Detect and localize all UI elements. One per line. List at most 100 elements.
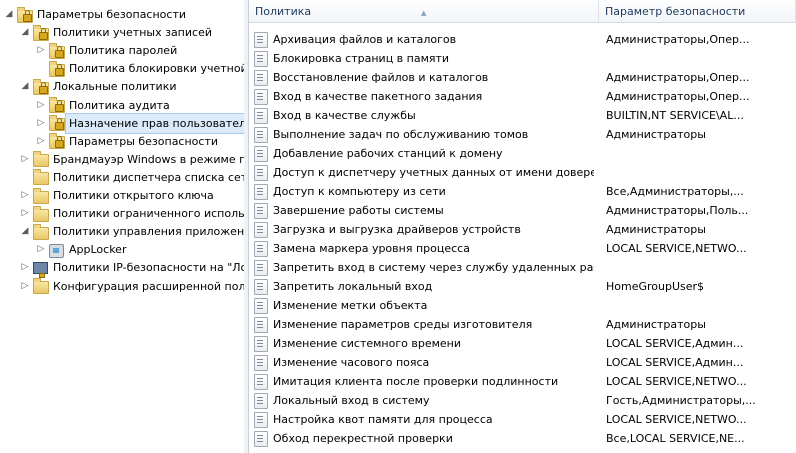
tree-item-software-restriction[interactable]: ▷ Политики ограниченного использо — [20, 204, 245, 223]
applocker-icon — [48, 242, 64, 258]
expand-arrow-icon[interactable]: ▷ — [36, 114, 46, 133]
ip-security-icon — [32, 260, 48, 278]
folder-lock-icon — [48, 42, 65, 59]
folder-lock-icon — [32, 24, 49, 41]
policy-row[interactable]: Завершение работы системы Администраторы,… — [249, 201, 796, 220]
policy-setting-icon — [254, 316, 268, 333]
policy-list-pane[interactable]: Политика ▲ Параметр безопасности Архивац… — [249, 0, 796, 453]
policy-row[interactable]: Изменение параметров среды изготовителя А… — [249, 315, 796, 334]
tree-item-advanced-audit[interactable]: ▷ Конфигурация расширенной полит — [20, 277, 244, 296]
tree-item-label: Политики ограниченного использо — [53, 207, 245, 221]
policy-cell: Настройка квот памяти для процесса — [254, 410, 594, 429]
policy-cell: Обход перекрестной проверки — [254, 429, 594, 448]
folder-icon — [32, 151, 49, 168]
policy-row[interactable]: Замена маркера уровня процесса LOCAL SERV… — [249, 239, 796, 258]
expand-arrow-icon[interactable]: ▷ — [36, 41, 46, 60]
policy-name: Замена маркера уровня процесса — [273, 242, 470, 255]
tree-item-local-policies[interactable]: ◢ Локальные политики — [20, 77, 177, 96]
tree-item-firewall[interactable]: ▷ Брандмауэр Windows в режиме пов — [20, 150, 244, 169]
policy-row[interactable]: Обход перекрестной проверки Все,LOCAL SER… — [249, 429, 796, 448]
tree-item-password-policy[interactable]: ▷ Политика паролей — [36, 41, 177, 60]
expand-arrow-icon[interactable]: ▷ — [20, 204, 30, 223]
tree-item-lockout-policy[interactable]: Политика блокировки учетной з — [36, 59, 244, 78]
security-setting-value: Администраторы,Поль... — [606, 204, 749, 217]
collapse-arrow-icon[interactable]: ◢ — [4, 5, 14, 24]
tree-item-label: Политики открытого ключа — [53, 189, 214, 202]
tree-item-network-list[interactable]: Политики диспетчера списка сетей — [20, 168, 245, 187]
policy-row[interactable]: Вход в качестве службы BUILTIN,NT SERVICE… — [249, 106, 796, 125]
tree-item-app-control[interactable]: ◢ Политики управления приложения — [20, 222, 245, 241]
policy-setting-icon — [254, 392, 268, 409]
expand-arrow-icon[interactable]: ▷ — [36, 240, 46, 259]
security-setting-value: Администраторы,Опер... — [606, 33, 750, 46]
column-header-policy-label: Политика — [255, 5, 312, 18]
policy-name: Вход в качестве пакетного задания — [273, 90, 483, 103]
policy-name: Обход перекрестной проверки — [273, 432, 453, 445]
tree-item-label: Политики учетных записей — [53, 26, 212, 40]
collapse-arrow-icon[interactable]: ◢ — [20, 77, 30, 96]
policy-setting-icon — [254, 430, 268, 447]
policy-row[interactable]: Локальный вход в систему Гость,Администра… — [249, 391, 796, 410]
expand-arrow-icon[interactable]: ▷ — [36, 96, 46, 115]
policy-row[interactable]: Имитация клиента после проверки подлинно… — [249, 372, 796, 391]
collapse-arrow-icon[interactable]: ◢ — [20, 23, 30, 42]
policy-cell: Архивация файлов и каталогов — [254, 30, 594, 49]
tree-item-user-rights[interactable]: ▷ Назначение прав пользователя — [36, 112, 244, 134]
tree-item-security-options[interactable]: ▷ Параметры безопасности — [36, 132, 218, 151]
policy-setting-icon — [254, 202, 268, 219]
policy-row[interactable]: Вход в качестве пакетного задания Админис… — [249, 87, 796, 106]
column-header-policy[interactable]: Политика ▲ — [249, 0, 599, 22]
policy-row[interactable]: Доступ к компьютеру из сети Все,Администр… — [249, 182, 796, 201]
policy-cell: Выполнение задач по обслуживанию томов — [254, 125, 594, 144]
tree-item-public-key[interactable]: ▷ Политики открытого ключа — [20, 186, 214, 205]
tree-item-label: Параметры безопасности — [69, 134, 219, 148]
no-expander — [36, 59, 46, 78]
folder-lock-icon — [32, 78, 49, 95]
folder-icon — [32, 205, 49, 222]
folder-icon — [32, 223, 49, 240]
policy-row[interactable]: Настройка квот памяти для процесса LOCAL … — [249, 410, 796, 429]
expand-arrow-icon[interactable]: ▷ — [20, 150, 30, 169]
policy-cell: Изменение параметров среды изготовителя — [254, 315, 594, 334]
policy-row[interactable]: Изменение часового пояса LOCAL SERVICE,Ад… — [249, 353, 796, 372]
tree-item-security-settings[interactable]: ◢ Параметры безопасности — [4, 5, 186, 24]
policy-row[interactable]: Изменение метки объекта — [249, 296, 796, 315]
policy-setting-icon — [254, 297, 268, 314]
expand-arrow-icon[interactable]: ▷ — [20, 258, 30, 277]
security-setting-value: LOCAL SERVICE,NETWO... — [606, 375, 747, 388]
console-tree-pane[interactable]: ◢ Параметры безопасности ◢ Политики учетных… — [0, 0, 245, 453]
tree-item-label: Политики диспетчера списка сетей — [53, 170, 245, 184]
policy-row[interactable]: Загрузка и выгрузка драйверов устройств А… — [249, 220, 796, 239]
policy-name: Изменение метки объекта — [273, 299, 428, 312]
column-header-setting[interactable]: Параметр безопасности — [599, 0, 796, 22]
policy-row[interactable]: Архивация файлов и каталогов Администрато… — [249, 30, 796, 49]
policy-row[interactable]: Изменение системного времени LOCAL SERVIC… — [249, 334, 796, 353]
policy-setting-icon — [254, 240, 268, 257]
expand-arrow-icon[interactable]: ▷ — [20, 186, 30, 205]
policy-name: Доступ к компьютеру из сети — [273, 185, 446, 198]
policy-setting-icon — [254, 69, 268, 86]
policy-row[interactable]: Запретить вход в систему через службу уд… — [249, 258, 796, 277]
folder-lock-icon — [48, 97, 65, 113]
policy-row[interactable]: Запретить локальный вход HomeGroupUser$ — [249, 277, 796, 296]
policy-setting-icon — [254, 88, 268, 105]
policy-setting-icon — [254, 354, 268, 371]
tree-item-account-policies[interactable]: ◢ Политики учетных записей — [20, 23, 212, 42]
policy-row[interactable]: Доступ к диспетчеру учетных данных от им… — [249, 163, 796, 182]
policy-name: Запретить вход в систему через службу уд… — [273, 261, 594, 274]
tree-item-label: Политики управления приложения — [53, 225, 245, 239]
tree-item-applocker[interactable]: ▷ AppLocker — [36, 240, 126, 259]
expand-arrow-icon[interactable]: ▷ — [20, 277, 30, 296]
tree-item-ipsec[interactable]: ▷ Политики IP-безопасности на "Лока — [20, 258, 244, 278]
policy-row[interactable]: Восстановление файлов и каталогов Админис… — [249, 68, 796, 87]
tree-item-label: Назначение прав пользователя — [65, 112, 244, 134]
policy-row[interactable]: Добавление рабочих станций к домену — [249, 144, 796, 163]
expand-arrow-icon[interactable]: ▷ — [36, 132, 46, 151]
security-setting-value: HomeGroupUser$ — [606, 280, 705, 293]
policy-name: Запретить локальный вход — [273, 280, 433, 293]
collapse-arrow-icon[interactable]: ◢ — [20, 222, 30, 241]
list-header: Политика ▲ Параметр безопасности — [249, 0, 796, 23]
policy-row[interactable]: Блокировка страниц в памяти — [249, 49, 796, 68]
policy-row[interactable]: Выполнение задач по обслуживанию томов Ад… — [249, 125, 796, 144]
policy-name: Добавление рабочих станций к домену — [273, 147, 503, 160]
